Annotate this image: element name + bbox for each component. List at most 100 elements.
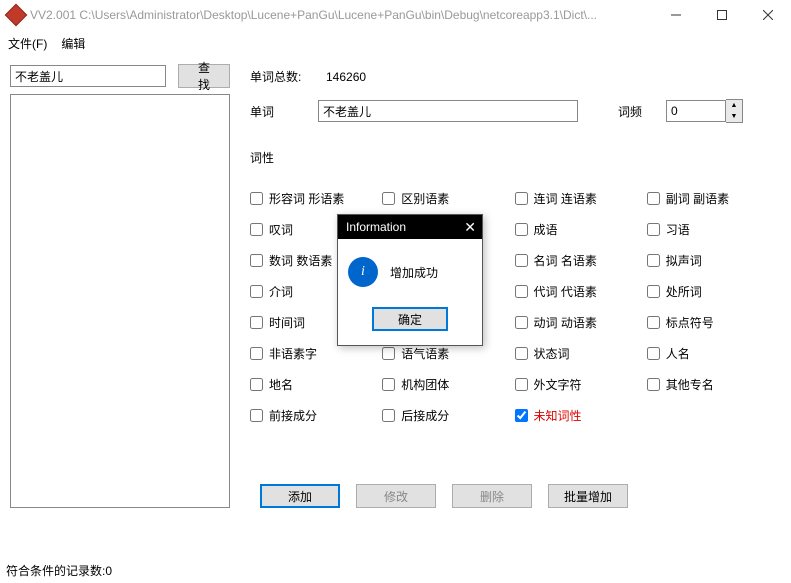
freq-up-button[interactable]: ▲ — [726, 100, 742, 111]
pos-checkbox-input[interactable] — [515, 223, 528, 236]
pos-checkbox[interactable]: 区别语素 — [382, 190, 506, 207]
pos-checkbox[interactable]: 其他专名 — [647, 376, 771, 393]
pos-checkbox-label: 名词 名语素 — [534, 252, 597, 269]
pos-checkbox-input[interactable] — [515, 254, 528, 267]
pos-checkbox-input[interactable] — [647, 347, 660, 360]
pos-checkbox[interactable]: 后接成分 — [382, 407, 506, 424]
pos-grid: 形容词 形语素区别语素连词 连语素副词 副语素叹词方位语素成语习语数词 数语素x… — [250, 190, 771, 424]
status-bar: 符合条件的记录数:0 — [6, 562, 112, 579]
pos-checkbox-label: 数词 数语素 — [269, 252, 332, 269]
add-button[interactable]: 添加 — [260, 484, 340, 508]
pos-checkbox-input[interactable] — [382, 192, 395, 205]
pos-checkbox[interactable]: 成语 — [515, 221, 639, 238]
search-input[interactable] — [10, 65, 166, 87]
pos-checkbox-input[interactable] — [647, 192, 660, 205]
left-panel: 查找 — [10, 64, 230, 508]
pos-checkbox-input[interactable] — [515, 378, 528, 391]
dialog-title: Information — [346, 220, 406, 234]
pos-checkbox-label: 后接成分 — [401, 407, 449, 424]
pos-checkbox[interactable]: 习语 — [647, 221, 771, 238]
pos-checkbox-label: 人名 — [666, 345, 690, 362]
freq-input[interactable] — [666, 100, 726, 122]
delete-button[interactable]: 删除 — [452, 484, 532, 508]
pos-checkbox-input[interactable] — [647, 316, 660, 329]
pos-checkbox[interactable]: 代词 代语素 — [515, 283, 639, 300]
pos-checkbox-label: 处所词 — [666, 283, 702, 300]
minimize-button[interactable] — [653, 0, 699, 30]
pos-checkbox[interactable]: 机构团体 — [382, 376, 506, 393]
pos-checkbox[interactable]: 名词 名语素 — [515, 252, 639, 269]
pos-checkbox-input[interactable] — [382, 409, 395, 422]
pos-checkbox-input[interactable] — [515, 347, 528, 360]
pos-checkbox[interactable]: 未知词性 — [515, 407, 639, 424]
info-dialog: Information ✕ i 增加成功 确定 — [337, 214, 483, 346]
pos-checkbox-input[interactable] — [382, 378, 395, 391]
right-panel: 单词总数: 146260 单词 词频 ▲ ▼ 词性 形容词 形语素区别语素连词 … — [240, 64, 781, 508]
search-button[interactable]: 查找 — [178, 64, 230, 88]
window-buttons — [653, 0, 791, 30]
pos-checkbox[interactable]: 动词 动语素 — [515, 314, 639, 331]
pos-checkbox-label: 时间词 — [269, 314, 305, 331]
pos-checkbox[interactable]: 副词 副语素 — [647, 190, 771, 207]
pos-checkbox[interactable]: 人名 — [647, 345, 771, 362]
pos-checkbox-label: 语气语素 — [401, 345, 449, 362]
pos-checkbox-input[interactable] — [250, 223, 263, 236]
pos-checkbox-input[interactable] — [647, 254, 660, 267]
pos-checkbox-input[interactable] — [250, 254, 263, 267]
results-listbox[interactable] — [10, 94, 230, 508]
pos-checkbox-label: 地名 — [269, 376, 293, 393]
pos-checkbox-input[interactable] — [515, 409, 528, 422]
pos-checkbox-input[interactable] — [647, 223, 660, 236]
freq-down-button[interactable]: ▼ — [726, 111, 742, 122]
pos-checkbox-label: 非语素字 — [269, 345, 317, 362]
batch-add-button[interactable]: 批量增加 — [548, 484, 628, 508]
pos-checkbox-input[interactable] — [250, 409, 263, 422]
info-icon: i — [348, 257, 378, 287]
pos-checkbox-input[interactable] — [250, 378, 263, 391]
pos-checkbox-input[interactable] — [515, 285, 528, 298]
pos-checkbox[interactable]: 形容词 形语素 — [250, 190, 374, 207]
total-label: 单词总数: — [250, 68, 318, 85]
pos-checkbox-label: 外文字符 — [534, 376, 582, 393]
menu-edit[interactable]: 编辑 — [61, 35, 85, 52]
pos-checkbox[interactable]: 拟声词 — [647, 252, 771, 269]
pos-checkbox-input[interactable] — [250, 347, 263, 360]
pos-checkbox[interactable]: 前接成分 — [250, 407, 374, 424]
pos-checkbox[interactable]: 外文字符 — [515, 376, 639, 393]
pos-checkbox-input[interactable] — [250, 316, 263, 329]
pos-checkbox-label: 连词 连语素 — [534, 190, 597, 207]
pos-checkbox[interactable]: 地名 — [250, 376, 374, 393]
pos-checkbox-input[interactable] — [647, 378, 660, 391]
pos-checkbox-input[interactable] — [250, 192, 263, 205]
pos-checkbox-input[interactable] — [250, 285, 263, 298]
close-button[interactable] — [745, 0, 791, 30]
pos-checkbox-label: 其他专名 — [666, 376, 714, 393]
pos-checkbox-label: 未知词性 — [534, 407, 582, 424]
pos-checkbox-label: 习语 — [666, 221, 690, 238]
pos-checkbox-label: 拟声词 — [666, 252, 702, 269]
pos-checkbox[interactable]: 处所词 — [647, 283, 771, 300]
freq-label: 词频 — [618, 103, 666, 120]
dialog-close-icon[interactable]: ✕ — [464, 219, 476, 236]
pos-checkbox[interactable]: 连词 连语素 — [515, 190, 639, 207]
word-label: 单词 — [250, 103, 318, 120]
pos-checkbox-input[interactable] — [647, 285, 660, 298]
pos-checkbox[interactable]: 状态词 — [515, 345, 639, 362]
menubar: 文件(F) 编辑 — [0, 30, 791, 56]
pos-checkbox[interactable]: 语气语素 — [382, 345, 506, 362]
pos-checkbox-label: 形容词 形语素 — [269, 190, 344, 207]
word-input[interactable] — [318, 100, 578, 122]
maximize-button[interactable] — [699, 0, 745, 30]
pos-checkbox-label: 前接成分 — [269, 407, 317, 424]
dialog-ok-button[interactable]: 确定 — [372, 307, 448, 331]
pos-checkbox-input[interactable] — [515, 316, 528, 329]
pos-checkbox-label: 动词 动语素 — [534, 314, 597, 331]
pos-checkbox-input[interactable] — [515, 192, 528, 205]
pos-checkbox-input[interactable] — [382, 347, 395, 360]
menu-file[interactable]: 文件(F) — [8, 35, 47, 52]
pos-checkbox[interactable]: 非语素字 — [250, 345, 374, 362]
pos-checkbox[interactable]: 标点符号 — [647, 314, 771, 331]
pos-checkbox-label: 区别语素 — [401, 190, 449, 207]
pos-checkbox-label: 状态词 — [534, 345, 570, 362]
modify-button[interactable]: 修改 — [356, 484, 436, 508]
